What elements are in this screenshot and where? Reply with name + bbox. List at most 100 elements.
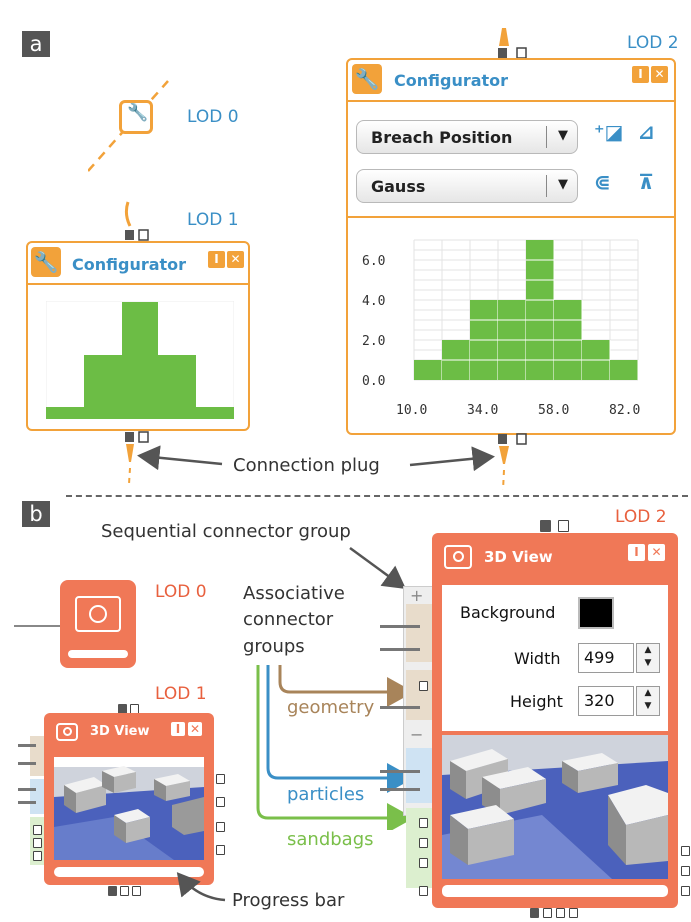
bottom-connector — [556, 908, 565, 918]
lod1-label-b: LOD 1 — [155, 684, 207, 704]
empty-connector[interactable] — [419, 858, 428, 868]
lod1-histogram — [46, 301, 234, 419]
3d-view-lod0-node[interactable] — [60, 580, 136, 668]
x-tick-label: 82.0 — [609, 403, 640, 418]
right-connector[interactable] — [216, 822, 225, 832]
background-label: Background — [460, 603, 556, 622]
connection-plug-label: Connection plug — [233, 455, 380, 476]
minimize-icon[interactable]: I — [628, 544, 645, 561]
histogram-bar — [46, 407, 84, 419]
select-divider — [546, 175, 547, 197]
particles-connector-group — [30, 779, 44, 814]
empty-connector[interactable] — [419, 886, 428, 896]
close-icon[interactable]: ✕ — [227, 251, 244, 268]
3d-scene-viewport — [442, 735, 668, 879]
associative-label-line1: Associative — [243, 583, 345, 604]
lod2-label-a: LOD 2 — [627, 33, 679, 53]
width-input[interactable]: 499 — [578, 643, 634, 673]
empty-connector[interactable] — [33, 851, 42, 861]
add-connector-icon[interactable]: + — [410, 586, 423, 605]
wrench-icon: 🔧 — [31, 247, 61, 277]
camera-icon — [75, 596, 121, 632]
configurator-lod2-window[interactable]: 🔧 Configurator I ✕ Breach Position ▼ Gau… — [346, 58, 676, 435]
distribution-select[interactable]: Gauss ▼ — [356, 169, 578, 203]
camera-icon — [444, 545, 472, 569]
right-connector[interactable] — [681, 846, 690, 856]
variable-select-value: Breach Position — [371, 128, 513, 147]
height-stepper[interactable]: ▲ ▼ — [636, 686, 660, 716]
histogram-bar — [414, 360, 442, 380]
lod0-label-a: LOD 0 — [187, 107, 239, 127]
remove-connector-icon[interactable]: − — [410, 725, 423, 744]
close-icon[interactable]: ✕ — [188, 722, 202, 736]
progress-bar — [442, 885, 668, 897]
minimize-icon[interactable]: I — [208, 251, 225, 268]
plug-line — [380, 625, 420, 628]
top-connector — [558, 520, 569, 532]
minimize-icon[interactable]: I — [632, 66, 649, 83]
close-icon[interactable]: ✕ — [651, 66, 668, 83]
sequential-connector-label: Sequential connector group — [101, 521, 351, 542]
plug-line — [18, 788, 36, 791]
width-stepper[interactable]: ▲ ▼ — [636, 643, 660, 673]
lod1-label-a: LOD 1 — [187, 210, 239, 230]
background-color-swatch[interactable] — [578, 597, 614, 629]
plug-line — [380, 648, 420, 651]
top-connector — [540, 520, 551, 532]
edit-curve-icon[interactable]: ⊼ — [638, 170, 654, 194]
empty-connector[interactable] — [419, 838, 428, 848]
window-header[interactable]: 🔧 Configurator I ✕ — [28, 243, 248, 285]
lod0-label-b: LOD 0 — [155, 582, 207, 602]
3d-view-lod2-window[interactable]: 3D View I ✕ Background Width 499 ▲ ▼ Heig… — [432, 533, 678, 908]
geometry-label: geometry — [287, 697, 375, 718]
particles-connector-group — [406, 748, 432, 803]
window-title: Configurator — [394, 71, 509, 90]
right-connector[interactable] — [681, 886, 690, 896]
right-connector[interactable] — [216, 797, 225, 807]
empty-connector[interactable] — [33, 838, 42, 848]
select-divider — [546, 126, 547, 148]
progress-bar-arrow — [176, 872, 226, 902]
x-tick-label: 34.0 — [467, 403, 498, 418]
empty-connector[interactable] — [419, 681, 428, 691]
close-icon[interactable]: ✕ — [648, 544, 665, 561]
particles-label: particles — [287, 784, 365, 805]
width-label: Width — [514, 649, 561, 668]
window-header[interactable]: 🔧 Configurator I ✕ — [348, 60, 674, 102]
height-input[interactable]: 320 — [578, 686, 634, 716]
empty-connector[interactable] — [33, 825, 42, 835]
chevron-down-icon: ▼ — [558, 177, 568, 192]
align-left-icon[interactable]: ⋐ — [594, 170, 611, 194]
settings-area: Background Width 499 ▲ ▼ Height 320 ▲ ▼ — [442, 585, 668, 731]
lod0-input-line — [14, 625, 62, 627]
plug-line — [380, 770, 420, 773]
camera-icon — [56, 723, 78, 741]
empty-connector[interactable] — [419, 818, 428, 828]
panel-a-tag: a — [22, 31, 50, 57]
bottom-connector — [543, 908, 552, 918]
right-connector[interactable] — [216, 774, 225, 784]
y-tick-label: 4.0 — [362, 294, 385, 309]
right-connector[interactable] — [681, 866, 690, 876]
histogram-bar — [158, 355, 196, 419]
panel-separator — [66, 495, 688, 497]
configurator-lod1-window[interactable]: 🔧 Configurator I ✕ — [26, 241, 250, 431]
add-sample-icon[interactable]: ⁺◪ — [594, 120, 623, 144]
right-connector[interactable] — [216, 845, 225, 855]
lod0-configurator-node[interactable]: 🔧 — [119, 100, 153, 134]
histogram-bar — [196, 407, 234, 419]
histogram-bar — [84, 355, 122, 419]
variable-select[interactable]: Breach Position ▼ — [356, 120, 578, 154]
bottom-connector — [569, 908, 578, 918]
divider — [348, 216, 674, 218]
bottom-connector — [132, 886, 141, 896]
y-tick-label: 6.0 — [362, 254, 385, 269]
lod2-top-plug-icon — [498, 28, 527, 59]
minimize-icon[interactable]: I — [171, 722, 185, 736]
sandbags-label: sandbags — [287, 829, 374, 850]
add-curve-icon[interactable]: ⊿ — [638, 120, 655, 144]
plug-line — [18, 801, 36, 804]
progress-bar-label: Progress bar — [232, 890, 345, 911]
histogram-bar — [610, 360, 638, 380]
distribution-select-value: Gauss — [371, 177, 426, 196]
